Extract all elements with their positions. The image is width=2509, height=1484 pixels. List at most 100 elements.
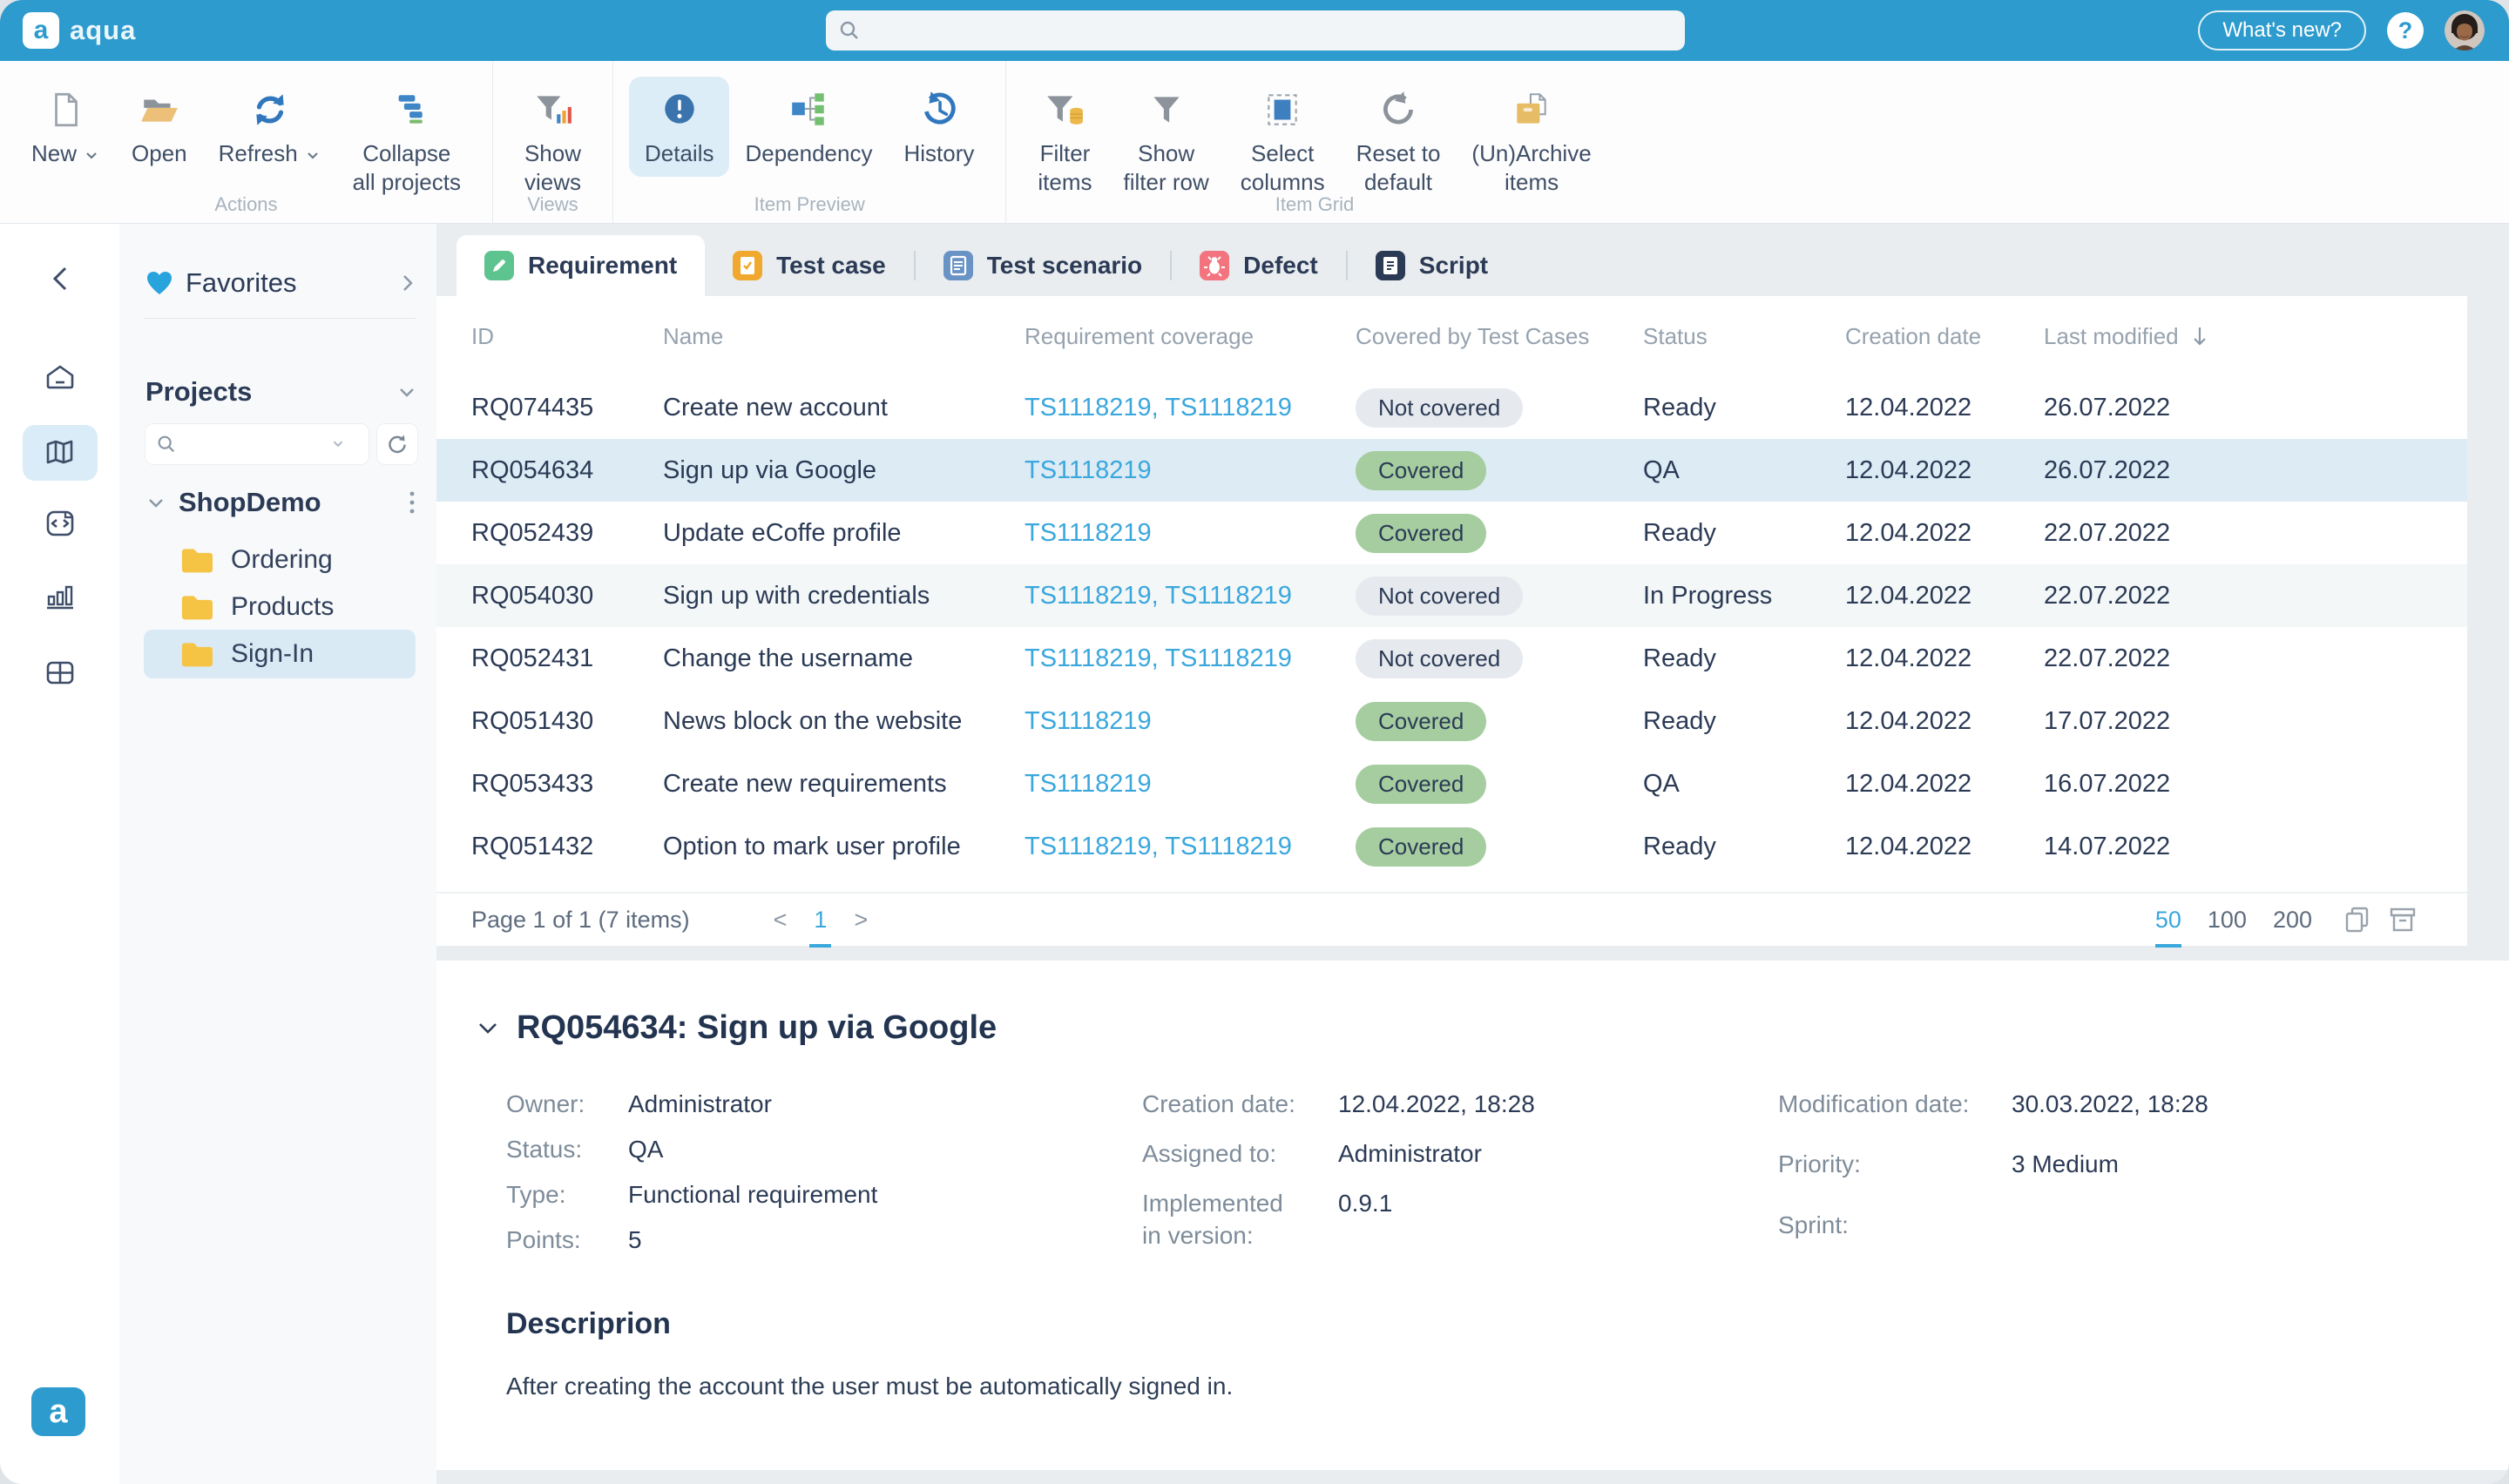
defect-icon — [1200, 251, 1229, 280]
show-views-button[interactable]: Show views — [509, 77, 597, 205]
details-header[interactable]: RQ054634: Sign up via Google — [475, 1009, 2457, 1047]
copy-icon[interactable] — [2342, 904, 2373, 935]
modified-date-cell: 17.07.2022 — [2044, 707, 2305, 736]
creation-date-cell: 12.04.2022 — [1845, 519, 2044, 548]
header-last-modified[interactable]: Last modified — [2044, 323, 2305, 350]
collapse-sidebar-button[interactable] — [23, 251, 98, 307]
page-size-100[interactable]: 100 — [2208, 907, 2247, 934]
header-covered[interactable]: Covered by Test Cases — [1356, 323, 1643, 350]
unarchive-items-button[interactable]: (Un)Archive items — [1456, 77, 1606, 205]
tab-script[interactable]: Script — [1348, 235, 1516, 296]
project-refresh-button[interactable] — [377, 424, 417, 464]
table-row[interactable]: RQ051432 Option to mark user profile TS1… — [436, 815, 2467, 878]
creation-date-cell: 12.04.2022 — [1845, 582, 2044, 610]
coverage-link[interactable]: TS1118219 — [1025, 770, 1356, 799]
folder-item-products[interactable]: Products — [144, 583, 416, 631]
select-columns-button[interactable]: Select columns — [1225, 77, 1341, 205]
tab-label: Defect — [1243, 252, 1318, 280]
coverage-link[interactable]: TS1118219, TS1118219 — [1025, 644, 1356, 673]
tab-defect[interactable]: Defect — [1172, 235, 1346, 296]
next-page-button[interactable]: > — [854, 907, 868, 934]
folder-item-sign-in[interactable]: Sign-In — [144, 630, 416, 678]
field-value-assigned-to: Administrator — [1338, 1138, 1778, 1170]
page-number[interactable]: 1 — [809, 907, 831, 934]
refresh-button[interactable]: Refresh — [203, 77, 337, 177]
table-row[interactable]: RQ074435 Create new account TS1118219, T… — [436, 376, 2467, 439]
folder-label: Sign-In — [231, 639, 314, 669]
divider — [144, 318, 416, 319]
ribbon-group-caption: Item Grid — [1006, 193, 1622, 216]
favorites-row[interactable]: Favorites — [145, 259, 417, 307]
modified-date-cell: 22.07.2022 — [2044, 582, 2305, 610]
ribbon-group-caption: Actions — [0, 193, 492, 216]
avatar[interactable] — [2445, 10, 2485, 51]
table-row[interactable]: RQ052439 Update eCoffe profile TS1118219… — [436, 502, 2467, 564]
filter-items-button[interactable]: Filter items — [1022, 77, 1107, 205]
project-search[interactable] — [145, 424, 369, 464]
status-cell: In Progress — [1643, 582, 1845, 610]
refresh-icon — [249, 89, 291, 131]
coverage-link[interactable]: TS1118219, TS1118219 — [1025, 582, 1356, 610]
header-creation-date[interactable]: Creation date — [1845, 323, 2044, 350]
archive-icon[interactable] — [2387, 904, 2418, 935]
whats-new-button[interactable]: What's new? — [2198, 10, 2366, 51]
details-button[interactable]: Details — [629, 77, 729, 177]
open-button[interactable]: Open — [116, 77, 203, 177]
top-bar: a aqua What's new? ? — [0, 0, 2509, 61]
rail-item-scripts[interactable] — [23, 496, 98, 551]
coverage-link[interactable]: TS1118219 — [1025, 707, 1356, 736]
rail-item-projects[interactable] — [23, 425, 98, 481]
page-size-200[interactable]: 200 — [2273, 907, 2312, 934]
help-button[interactable]: ? — [2387, 12, 2424, 49]
table-row[interactable]: RQ051430 News block on the website TS111… — [436, 690, 2467, 752]
tab-label: Script — [1419, 252, 1488, 280]
global-search-input[interactable] — [869, 17, 1673, 44]
project-search-input[interactable] — [184, 432, 323, 456]
table-row[interactable]: RQ053433 Create new requirements TS11182… — [436, 752, 2467, 815]
status-cell: Ready — [1643, 833, 1845, 861]
reset-default-icon — [1377, 89, 1419, 131]
chevron-right-icon — [398, 272, 417, 294]
field-label: Assigned to: — [1142, 1138, 1338, 1170]
modified-date-cell: 22.07.2022 — [2044, 644, 2305, 673]
project-name: ShopDemo — [179, 487, 396, 518]
reset-to-default-button[interactable]: Reset to default — [1341, 77, 1457, 205]
rail-item-home[interactable] — [23, 350, 98, 406]
header-status[interactable]: Status — [1643, 323, 1845, 350]
table-row[interactable]: RQ052431 Change the username TS1118219, … — [436, 627, 2467, 690]
coverage-link[interactable]: TS1118219 — [1025, 456, 1356, 485]
dependency-button[interactable]: Dependency — [729, 77, 888, 177]
field-value-status: QA — [628, 1134, 1142, 1166]
header-coverage[interactable]: Requirement coverage — [1025, 323, 1356, 350]
table-row[interactable]: RQ054634 Sign up via Google TS1118219 Co… — [436, 439, 2467, 502]
show-filter-row-button[interactable]: Show filter row — [1108, 77, 1225, 205]
rail-item-reports[interactable] — [23, 569, 98, 624]
history-button[interactable]: History — [888, 77, 990, 177]
table-row[interactable]: RQ054030 Sign up with credentials TS1118… — [436, 564, 2467, 627]
tab-test-scenario[interactable]: Test scenario — [916, 235, 1170, 296]
chevron-down-icon[interactable] — [475, 1015, 501, 1042]
prev-page-button[interactable]: < — [774, 907, 788, 934]
chevron-down-icon[interactable] — [145, 492, 166, 513]
header-name[interactable]: Name — [663, 323, 1025, 350]
tab-requirement[interactable]: Requirement — [456, 235, 705, 296]
header-id[interactable]: ID — [471, 323, 663, 350]
rail-item-dashboards[interactable] — [23, 644, 98, 700]
new-button[interactable]: New — [16, 77, 116, 177]
row-name-cell: News block on the website — [663, 707, 1025, 736]
tree-project-shopdemo[interactable]: ShopDemo — [140, 479, 421, 526]
coverage-link[interactable]: TS1118219, TS1118219 — [1025, 833, 1356, 861]
tab-test-case[interactable]: Test case — [705, 235, 914, 296]
creation-date-cell: 12.04.2022 — [1845, 394, 2044, 422]
page-size-50[interactable]: 50 — [2155, 907, 2181, 934]
kebab-icon[interactable] — [409, 489, 416, 516]
folder-item-ordering[interactable]: Ordering — [144, 536, 416, 584]
coverage-link[interactable]: TS1118219, TS1118219 — [1025, 394, 1356, 422]
collapse-all-projects-button[interactable]: Collapse all projects — [337, 77, 477, 205]
global-search[interactable] — [826, 10, 1685, 51]
projects-header[interactable]: Projects — [145, 368, 417, 415]
item-type-tabs: Requirement Test case Test scenario Defe… — [436, 224, 2509, 296]
chevron-down-icon[interactable] — [330, 436, 346, 452]
test-case-icon — [733, 251, 762, 280]
coverage-link[interactable]: TS1118219 — [1025, 519, 1356, 548]
